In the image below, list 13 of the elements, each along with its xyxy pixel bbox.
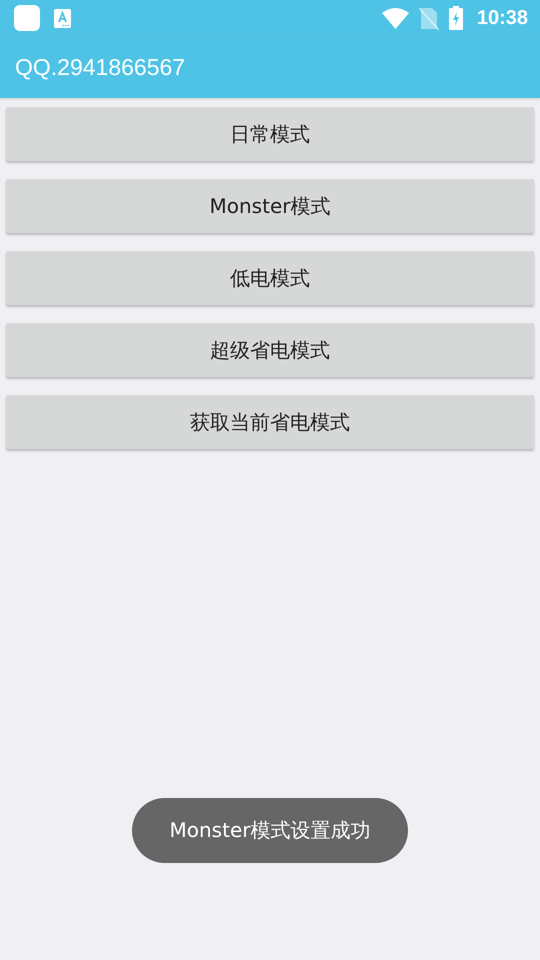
battery-charging-icon — [448, 6, 463, 30]
toast-message: Monster模式设置成功 — [132, 798, 408, 863]
wifi-icon — [382, 8, 409, 28]
mode-button[interactable]: Monster模式 — [6, 179, 534, 233]
mode-button[interactable]: 日常模式 — [6, 107, 534, 161]
mode-button[interactable]: 超级省电模式 — [6, 323, 534, 377]
clock-time: 10:38 — [476, 6, 528, 30]
keyboard-icon — [54, 8, 71, 28]
app-icon — [14, 5, 40, 31]
no-sim-icon — [418, 6, 439, 30]
mode-button[interactable]: 获取当前省电模式 — [6, 395, 534, 449]
app-title: QQ.2941866567 — [15, 54, 186, 80]
mode-button[interactable]: 低电模式 — [6, 251, 534, 305]
